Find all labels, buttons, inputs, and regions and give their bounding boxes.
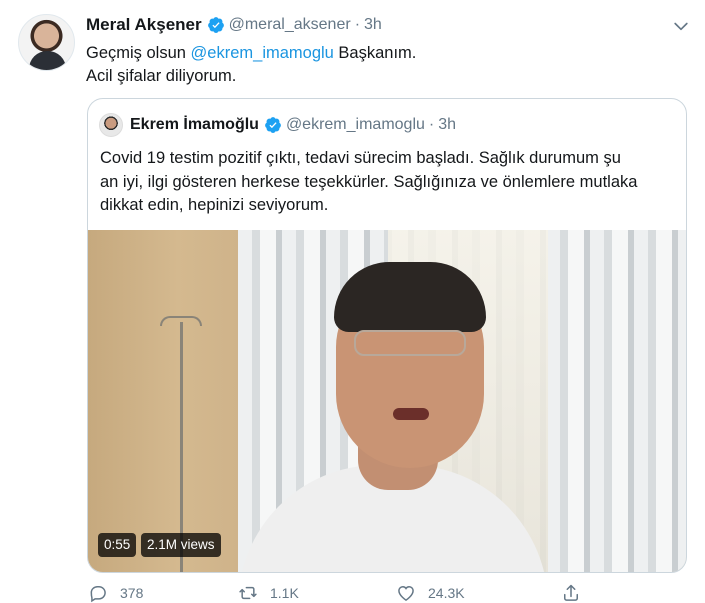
tweet-text-before-mention: Geçmiş olsun: [86, 44, 191, 62]
tweet-text-line-2: Acil şifalar diliyorum.: [86, 67, 237, 85]
retweet-button[interactable]: 1.1K: [238, 582, 299, 603]
quoted-author-display-name: Ekrem İmamoğlu: [130, 116, 259, 133]
separator-dot: ·: [428, 116, 435, 133]
tweet-header: Meral Akşener @meral_aksener · 3h: [86, 14, 382, 36]
quoted-tweet[interactable]: Ekrem İmamoğlu @ekrem_imamoglu · 3h Covi…: [87, 98, 687, 573]
quoted-tweet-header: Ekrem İmamoğlu @ekrem_imamoglu · 3h: [130, 113, 456, 137]
video-duration: 0:55: [98, 533, 137, 557]
reply-count: 378: [120, 585, 144, 601]
heart-icon: [398, 585, 414, 601]
quoted-tweet-time: 3h: [438, 116, 457, 133]
retweet-icon: [239, 586, 257, 600]
verified-badge-icon: [265, 117, 281, 133]
quoted-author-avatar: [99, 113, 123, 137]
tweet-actions: 378 1.1K 24.3K: [86, 580, 646, 603]
quoted-text-line-2: an iyi, ilgi gösteren herkese teşekkürle…: [100, 172, 638, 191]
tweet-time[interactable]: 3h: [364, 16, 382, 34]
reply-icon: [90, 586, 106, 603]
video-player[interactable]: 0:55 2.1M views: [88, 230, 686, 572]
video-person-hair: [334, 262, 486, 332]
video-person-mouth: [393, 408, 429, 420]
quoted-author-handle: @ekrem_imamoglu: [285, 116, 425, 133]
video-wall: [88, 230, 238, 572]
share-icon: [564, 584, 578, 601]
video-view-count: 2.1M views: [141, 533, 221, 557]
quoted-tweet-text: Covid 19 testim pozitif çıktı, tedavi sü…: [100, 147, 680, 218]
author-handle[interactable]: @meral_aksener: [229, 16, 351, 34]
separator-dot: ·: [354, 16, 361, 33]
retweet-count: 1.1K: [270, 585, 299, 601]
quoted-text-line-1: Covid 19 testim pozitif çıktı, tedavi sü…: [100, 149, 621, 167]
chevron-down-icon[interactable]: [670, 16, 692, 36]
reply-button[interactable]: 378: [88, 582, 143, 603]
tweet-text-line-1: Geçmiş olsun @ekrem_imamoglu Başkanım.: [86, 44, 686, 63]
video-person-glasses: [354, 330, 466, 356]
like-count: 24.3K: [428, 585, 465, 601]
tweet-text-after-mention: Başkanım.: [333, 44, 417, 62]
verified-badge-icon: [207, 17, 224, 33]
quoted-text-line-3: dikkat edin, hepinizi seviyorum.: [100, 196, 329, 214]
tweet: Meral Akşener @meral_aksener · 3h Geçmiş…: [0, 0, 705, 603]
author-avatar[interactable]: [18, 14, 75, 71]
share-button[interactable]: [561, 582, 581, 603]
like-button[interactable]: 24.3K: [396, 582, 465, 603]
author-display-name[interactable]: Meral Akşener: [86, 15, 202, 35]
mention-link[interactable]: @ekrem_imamoglu: [191, 44, 334, 62]
